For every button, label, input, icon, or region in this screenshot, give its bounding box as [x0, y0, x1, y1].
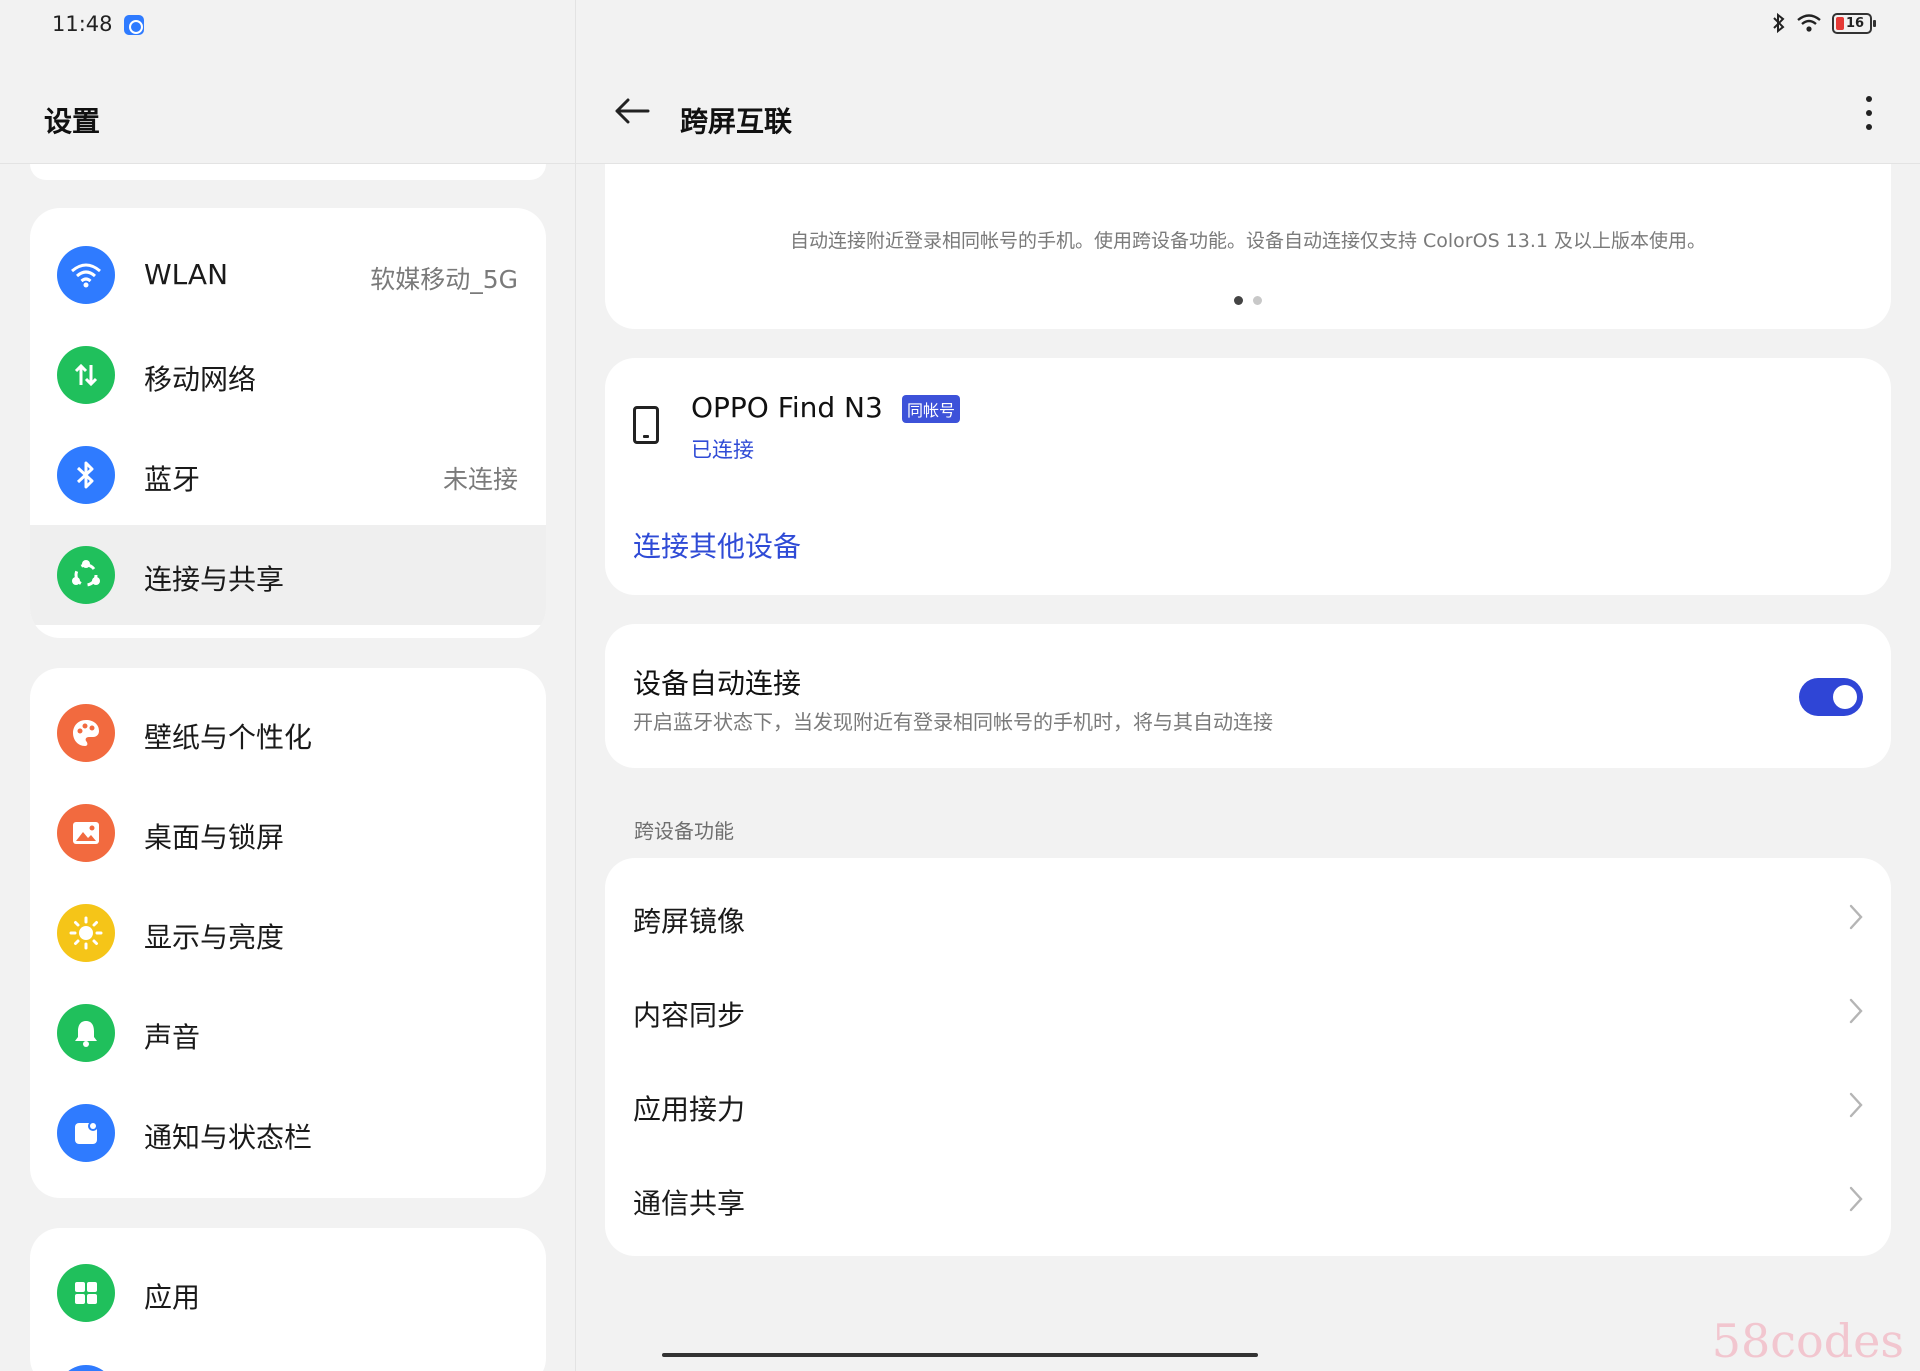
settings-item-sound[interactable]: 声音 — [30, 983, 546, 1083]
settings-item-label: 移动网络 — [144, 363, 257, 396]
device-name: OPPO Find N3 — [691, 391, 883, 424]
feature-item-app-relay[interactable]: 应用接力 — [605, 1058, 1891, 1152]
settings-item-notifications[interactable]: 通知与状态栏 — [30, 1083, 546, 1183]
auto-connect-description: 开启蓝牙状态下，当发现附近有登录相同帐号的手机时，将与其自动连接 — [633, 710, 1273, 734]
wifi-icon — [57, 246, 115, 304]
settings-item-label: 壁纸与个性化 — [144, 721, 313, 754]
home-indicator[interactable] — [662, 1353, 1258, 1357]
feature-item-label: 内容同步 — [633, 999, 746, 1032]
feature-item-label: 应用接力 — [633, 1093, 746, 1126]
settings-item-label: 桌面与锁屏 — [144, 821, 285, 854]
settings-group-personalization: 壁纸与个性化 桌面与锁屏 显示与亮度 声音 通知与状态栏 — [30, 668, 546, 1198]
settings-item-wallpaper[interactable]: 壁纸与个性化 — [30, 683, 546, 783]
settings-group-connectivity: WLAN 软媒移动_5G 移动网络 蓝牙 未连接 连接与共享 — [30, 208, 546, 638]
settings-item-bluetooth[interactable]: 蓝牙 未连接 — [30, 425, 546, 525]
bluetooth-icon — [57, 446, 115, 504]
info-text: 自动连接附近登录相同帐号的手机。使用跨设备功能。设备自动连接仅支持 ColorO… — [789, 230, 1707, 252]
watermark: 58codes — [1711, 1314, 1904, 1368]
settings-item-label: 蓝牙 — [144, 463, 201, 496]
left-header: 设置 — [0, 50, 575, 164]
bluetooth-icon — [1773, 12, 1785, 34]
settings-item-home-lock[interactable]: 桌面与锁屏 — [30, 783, 546, 883]
feature-item-label: 通信共享 — [633, 1187, 746, 1220]
status-icons: 16 — [1772, 12, 1876, 34]
chevron-right-icon — [1849, 998, 1863, 1024]
info-banner: 自动连接附近登录相同帐号的手机。使用跨设备功能。设备自动连接仅支持 ColorO… — [605, 164, 1891, 329]
feature-item-label: 跨屏镜像 — [633, 905, 746, 938]
settings-item-apps[interactable]: 应用 — [30, 1243, 546, 1343]
palette-icon — [57, 704, 115, 762]
partial-icon — [57, 1365, 115, 1371]
auto-connect-toggle[interactable] — [1799, 678, 1863, 716]
settings-item-display[interactable]: 显示与亮度 — [30, 883, 546, 983]
battery-level: 16 — [1846, 15, 1865, 31]
chevron-right-icon — [1849, 904, 1863, 930]
notification-icon — [57, 1104, 115, 1162]
cross-device-features: 跨屏镜像 内容同步 应用接力 通信共享 — [605, 858, 1891, 1256]
page-title: 设置 — [44, 105, 101, 138]
status-time: 11:48 — [52, 12, 113, 36]
settings-item-wlan[interactable]: WLAN 软媒移动_5G — [30, 225, 546, 325]
sun-icon — [57, 904, 115, 962]
image-icon — [57, 804, 115, 862]
section-label: 跨设备功能 — [634, 819, 734, 843]
settings-item-label: WLAN — [144, 258, 229, 291]
right-header: 跨屏互联 — [576, 50, 1920, 164]
battery-icon: 16 — [1832, 12, 1876, 34]
apps-grid-icon — [57, 1264, 115, 1322]
more-options-icon[interactable] — [1864, 96, 1874, 130]
chevron-right-icon — [1849, 1092, 1863, 1118]
auto-connect-title: 设备自动连接 — [633, 667, 802, 700]
settings-item-label: 声音 — [144, 1021, 201, 1054]
page-indicator — [605, 296, 1891, 305]
settings-item-mobile-network[interactable]: 移动网络 — [30, 325, 546, 425]
wifi-icon — [1797, 14, 1821, 32]
page-title: 跨屏互联 — [680, 105, 793, 138]
feature-item-communication-sharing[interactable]: 通信共享 — [605, 1152, 1891, 1246]
settings-item-value: 软媒移动_5G — [370, 265, 518, 294]
card-edge — [30, 164, 546, 180]
feature-item-content-sync[interactable]: 内容同步 — [605, 964, 1891, 1058]
settings-item-label: 连接与共享 — [144, 563, 285, 596]
status-bar: 11:48 16 — [0, 0, 1920, 50]
pane-divider — [575, 0, 576, 1371]
chevron-right-icon — [1849, 1186, 1863, 1212]
share-icon — [57, 546, 115, 604]
connect-other-devices-link[interactable]: 连接其他设备 — [633, 525, 801, 565]
mobile-data-icon — [57, 346, 115, 404]
message-app-icon — [124, 15, 144, 35]
device-row[interactable]: OPPO Find N3 同帐号 已连接 — [605, 358, 1891, 488]
settings-item-label: 显示与亮度 — [144, 921, 285, 954]
phone-icon — [633, 406, 659, 444]
back-arrow-icon[interactable] — [612, 96, 652, 126]
settings-item-label: 应用 — [144, 1281, 201, 1314]
feature-item-screen-mirroring[interactable]: 跨屏镜像 — [605, 870, 1891, 964]
settings-item-connection-sharing[interactable]: 连接与共享 — [30, 525, 546, 625]
device-status: 已连接 — [691, 438, 754, 462]
status-badge: 同帐号 — [902, 395, 961, 423]
device-card: OPPO Find N3 同帐号 已连接 连接其他设备 — [605, 358, 1891, 595]
bell-icon — [57, 1004, 115, 1062]
settings-item-value: 未连接 — [442, 465, 518, 494]
auto-connect-card: 设备自动连接 开启蓝牙状态下，当发现附近有登录相同帐号的手机时，将与其自动连接 — [605, 624, 1891, 768]
settings-item-label: 通知与状态栏 — [144, 1121, 313, 1154]
settings-group-apps: 应用 — [30, 1228, 546, 1371]
